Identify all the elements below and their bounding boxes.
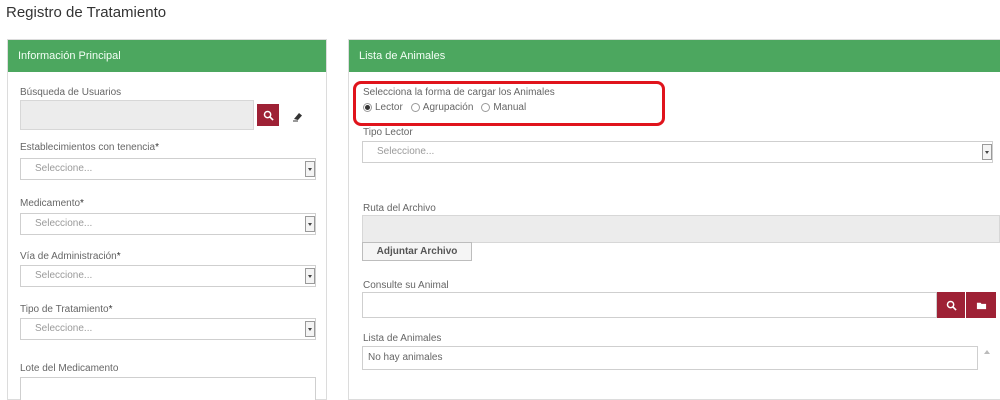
required-mark: * <box>108 304 113 315</box>
via-label: Vía de Administración* <box>20 251 121 262</box>
establecimientos-label: Establecimientos con tenencia* <box>20 142 159 153</box>
page-title: Registro de Tratamiento <box>6 4 167 21</box>
tipo-lector-value: Seleccione... <box>377 146 435 157</box>
search-user-button[interactable] <box>257 104 279 126</box>
chevron-down-icon <box>305 216 315 232</box>
ruta-archivo-input[interactable] <box>362 215 1000 243</box>
tipo-lector-select[interactable]: Seleccione... <box>362 141 993 163</box>
tipo-tratamiento-select[interactable]: Seleccione... <box>20 318 316 340</box>
via-label-text: Vía de Administración <box>20 251 117 262</box>
establecimientos-select[interactable]: Seleccione... <box>20 158 316 180</box>
search-icon <box>263 110 274 121</box>
tipo-lector-label: Tipo Lector <box>363 127 413 138</box>
via-value: Seleccione... <box>35 270 93 281</box>
tipo-label-text: Tipo de Tratamiento <box>20 304 109 315</box>
consulte-label: Consulte su Animal <box>363 280 449 291</box>
eraser-icon <box>293 113 302 122</box>
search-icon <box>946 300 957 311</box>
required-mark: * <box>80 198 84 209</box>
lote-medicamento-input[interactable] <box>20 377 316 400</box>
establecimientos-value: Seleccione... <box>35 163 93 174</box>
busqueda-label: Búsqueda de Usuarios <box>20 87 122 98</box>
info-principal-header: Información Principal <box>8 40 326 72</box>
lista-label: Lista de Animales <box>363 333 442 344</box>
ruta-label: Ruta del Archivo <box>363 203 436 214</box>
medicamento-label-text: Medicamento <box>20 198 81 209</box>
tipo-value: Seleccione... <box>35 323 93 334</box>
scroll-up-arrow[interactable] <box>984 350 990 354</box>
lote-label: Lote del Medicamento <box>20 363 119 374</box>
medicamento-select[interactable]: Seleccione... <box>20 213 316 235</box>
chevron-down-icon <box>305 321 315 337</box>
empty-list-text: No hay animales <box>368 352 443 363</box>
required-mark: * <box>116 251 121 262</box>
browse-folder-button[interactable] <box>966 292 996 318</box>
consulte-animal-input[interactable] <box>362 292 937 318</box>
medicamento-value: Seleccione... <box>35 218 93 229</box>
via-administracion-select[interactable]: Seleccione... <box>20 265 316 287</box>
lista-animales-header: Lista de Animales <box>349 40 1000 72</box>
lista-animales-list[interactable]: No hay animales <box>362 346 978 370</box>
search-animal-button[interactable] <box>937 292 965 318</box>
highlight-annotation <box>353 81 665 126</box>
chevron-down-icon <box>982 144 992 160</box>
medicamento-label: Medicamento* <box>20 198 84 209</box>
busqueda-usuarios-input[interactable] <box>20 100 254 130</box>
folder-icon <box>976 302 986 309</box>
chevron-down-icon <box>305 268 315 284</box>
clear-user-button[interactable] <box>292 110 304 122</box>
chevron-down-icon <box>305 161 315 177</box>
adjuntar-archivo-button[interactable]: Adjuntar Archivo <box>362 242 472 261</box>
tipo-tratamiento-label: Tipo de Tratamiento* <box>20 304 112 315</box>
establecimientos-label-text: Establecimientos con tenencia <box>20 142 156 153</box>
required-mark: * <box>155 142 159 153</box>
